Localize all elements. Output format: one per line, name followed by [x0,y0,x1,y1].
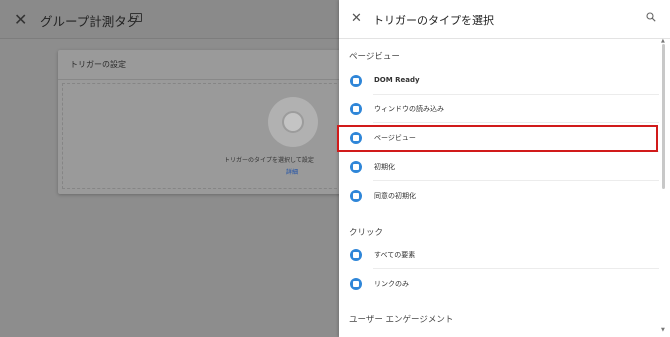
panel-title: トリガーのタイプを選択 [373,14,494,27]
details-link[interactable]: 詳細 [286,167,298,176]
trigger-type-icon [350,75,362,87]
close-icon[interactable]: ✕ [351,11,362,26]
trigger-type-icon [350,190,362,202]
trigger-item-links-only[interactable]: リンクのみ [339,270,659,298]
trigger-item-label: リンクのみ [374,280,409,288]
trigger-item-initialization[interactable]: 初期化 [339,153,659,181]
trigger-type-icon [350,249,362,261]
trigger-type-icon[interactable] [268,97,318,147]
trigger-item-label: ウィンドウの読み込み [374,105,444,113]
trigger-item-label: DOM Ready [374,76,420,84]
divider [373,268,659,269]
section-user-engagement: ユーザー エンゲージメント [349,315,454,325]
selection-highlight [337,125,658,152]
divider [373,180,659,181]
trigger-item-label: すべての要素 [374,251,416,259]
search-icon[interactable] [646,12,656,22]
trigger-type-icon [350,103,362,115]
editor-header: ✕ グループ計測タグ [0,0,339,39]
tag-title[interactable]: グループ計測タグ [40,11,139,30]
card-title: トリガーの設定 [70,60,126,69]
trigger-inner-icon [282,111,304,133]
section-pageview: ページビュー [349,52,400,62]
trigger-item-label: 同意の初期化 [374,192,416,200]
trigger-item-dom-ready[interactable]: DOM Ready [339,67,659,95]
trigger-type-icon [350,161,362,173]
trigger-item-label: 初期化 [374,163,395,171]
trigger-item-consent-init[interactable]: 同意の初期化 [339,182,659,210]
trigger-item-window-loaded[interactable]: ウィンドウの読み込み [339,95,659,123]
divider [373,122,659,123]
scrollbar-thumb[interactable] [662,44,665,189]
trigger-item-all-elements[interactable]: すべての要素 [339,241,659,269]
panel-header: ✕ トリガーのタイプを選択 [339,0,670,39]
scroll-down-icon[interactable]: ▼ [661,327,665,333]
trigger-type-icon [350,278,362,290]
close-icon[interactable]: ✕ [14,10,27,29]
card-header: トリガーの設定 [58,50,358,80]
trigger-hint-text: トリガーのタイプを選択して設定 [224,157,314,164]
section-click: クリック [349,228,384,238]
trigger-type-panel: ✕ トリガーのタイプを選択 ページビュー DOM Ready ウィンドウの読み込… [339,0,670,337]
folder-icon[interactable] [130,13,142,22]
